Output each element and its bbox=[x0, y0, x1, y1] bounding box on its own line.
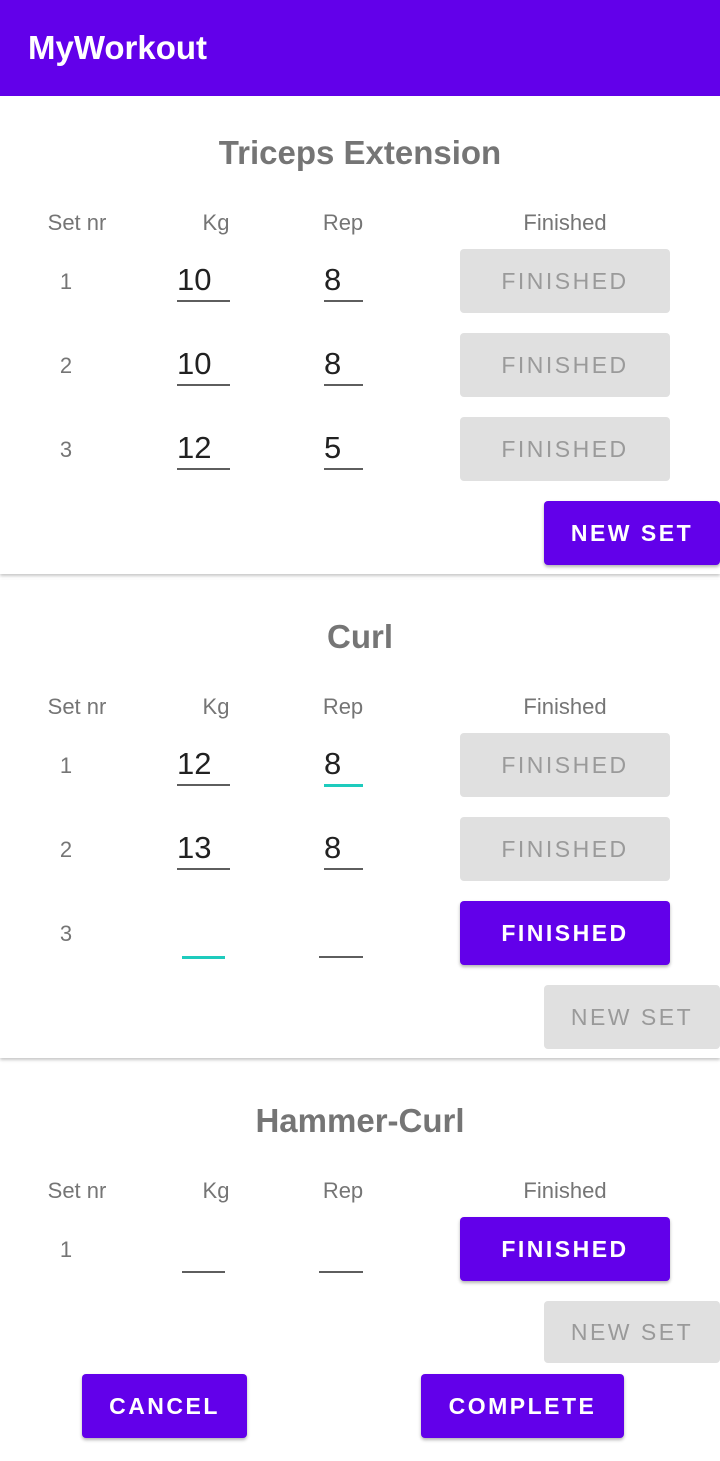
set-number: 1 bbox=[59, 269, 73, 294]
kg-input[interactable]: 12 bbox=[177, 428, 230, 470]
exercise-title: Hammer-Curl bbox=[255, 1102, 465, 1139]
new-set-button[interactable]: NEW SET bbox=[544, 985, 720, 1049]
header-finished: Finished bbox=[523, 1178, 607, 1203]
rep-input[interactable]: 8 bbox=[324, 344, 363, 386]
set-number: 2 bbox=[59, 837, 73, 862]
finished-button[interactable]: FINISHED bbox=[460, 817, 670, 881]
rep-input[interactable]: 8 bbox=[324, 828, 363, 870]
kg-input[interactable] bbox=[182, 1231, 225, 1273]
header-kg: Kg bbox=[202, 1178, 230, 1203]
kg-input[interactable]: 13 bbox=[177, 828, 230, 870]
rep-input[interactable]: 5 bbox=[324, 428, 363, 470]
header-rep: Rep bbox=[322, 210, 364, 235]
set-number: 2 bbox=[59, 353, 73, 378]
rep-input[interactable] bbox=[319, 916, 363, 958]
rep-input[interactable]: 8 bbox=[324, 744, 363, 787]
set-number: 3 bbox=[59, 921, 73, 946]
exercise-card-triceps-extension: Triceps Extension Set nr Kg Rep Finished… bbox=[0, 96, 720, 574]
header-rep: Rep bbox=[322, 694, 364, 719]
header-kg: Kg bbox=[202, 694, 230, 719]
rep-input[interactable]: 8 bbox=[324, 260, 363, 302]
header-set-nr: Set nr bbox=[47, 694, 107, 719]
header-kg: Kg bbox=[202, 210, 230, 235]
header-finished: Finished bbox=[523, 694, 607, 719]
finished-button[interactable]: FINISHED bbox=[460, 333, 670, 397]
rep-input[interactable] bbox=[319, 1231, 363, 1273]
header-rep: Rep bbox=[322, 1178, 364, 1203]
app-bar: MyWorkout bbox=[0, 0, 720, 96]
finished-button[interactable]: FINISHED bbox=[460, 249, 670, 313]
set-number: 1 bbox=[59, 1237, 73, 1262]
kg-input[interactable]: 12 bbox=[177, 744, 230, 786]
kg-input[interactable]: 10 bbox=[177, 260, 230, 302]
new-set-button[interactable]: NEW SET bbox=[544, 1301, 720, 1363]
finished-button[interactable]: FINISHED bbox=[460, 733, 670, 797]
header-set-nr: Set nr bbox=[47, 210, 107, 235]
complete-button[interactable]: COMPLETE bbox=[421, 1374, 624, 1438]
set-number: 3 bbox=[59, 437, 73, 462]
finished-button[interactable]: FINISHED bbox=[460, 901, 670, 965]
new-set-button[interactable]: NEW SET bbox=[544, 501, 720, 565]
exercise-card-curl: Curl Set nr Kg Rep Finished 1 12 8 FINIS… bbox=[0, 580, 720, 1058]
finished-button[interactable]: FINISHED bbox=[460, 417, 670, 481]
header-finished: Finished bbox=[523, 210, 607, 235]
exercise-title: Triceps Extension bbox=[218, 134, 502, 171]
finished-button[interactable]: FINISHED bbox=[460, 1217, 670, 1281]
exercise-card-hammer-curl: Hammer-Curl Set nr Kg Rep Finished 1 FIN… bbox=[0, 1064, 720, 1461]
set-number: 1 bbox=[59, 753, 73, 778]
kg-input[interactable] bbox=[182, 916, 225, 959]
app-title: MyWorkout bbox=[28, 29, 208, 66]
exercise-title: Curl bbox=[327, 618, 393, 655]
header-set-nr: Set nr bbox=[47, 1178, 107, 1203]
cancel-button[interactable]: CANCEL bbox=[82, 1374, 247, 1438]
kg-input[interactable]: 10 bbox=[177, 344, 230, 386]
